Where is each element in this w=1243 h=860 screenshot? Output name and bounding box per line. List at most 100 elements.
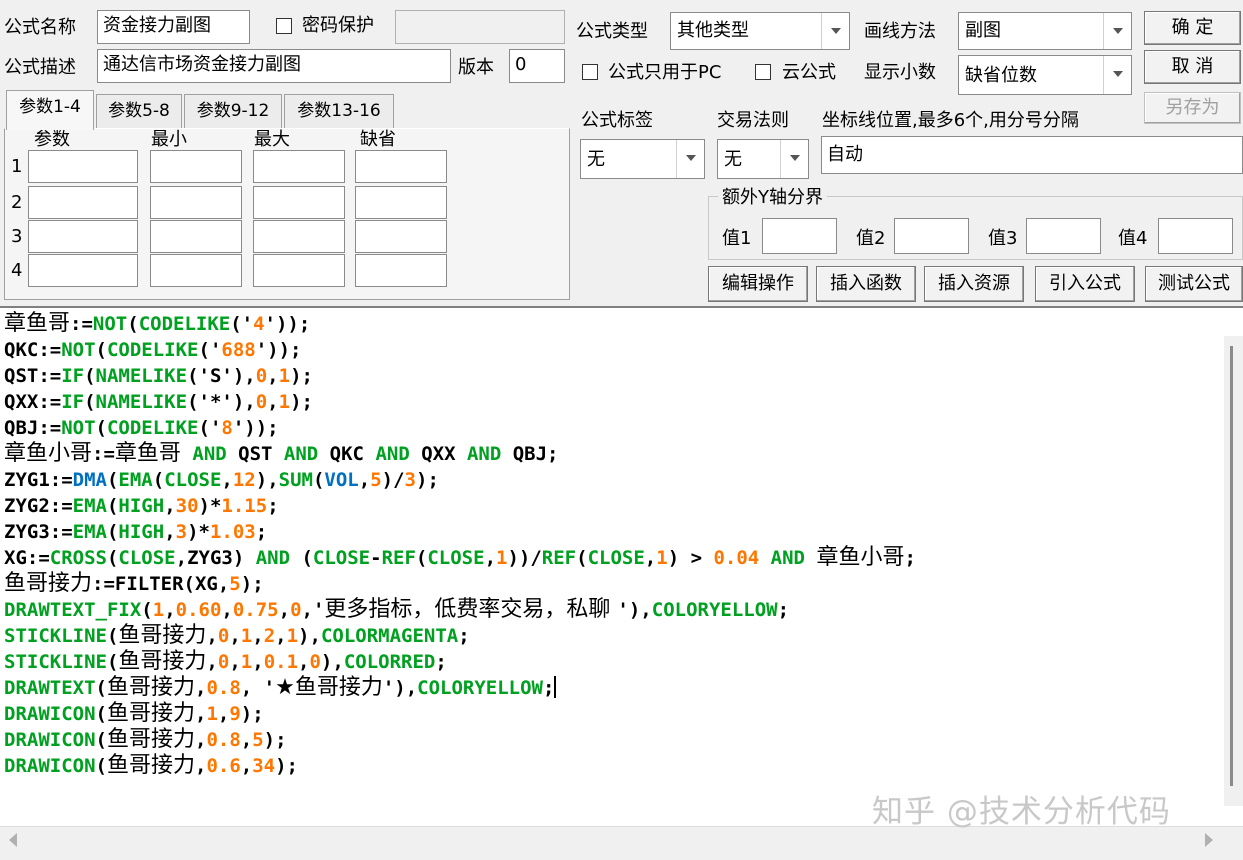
code-line: DRAWICON(鱼哥接力,0.6,34); <box>4 753 916 779</box>
password-checkbox[interactable] <box>276 18 292 34</box>
cloud-checkbox[interactable] <box>755 64 771 80</box>
tab-params-9-12[interactable]: 参数9-12 <box>184 94 282 128</box>
code-token: VOL <box>324 469 359 491</box>
vertical-scrollbar[interactable] <box>1224 336 1243 806</box>
param-3-name[interactable] <box>28 220 138 253</box>
param-row-number: 3 <box>11 226 23 247</box>
code-token: QST:= <box>4 365 62 387</box>
code-token: , <box>275 625 287 647</box>
yval-3-input[interactable] <box>1026 218 1101 254</box>
code-token: IF <box>61 391 85 413</box>
code-token: )/ <box>381 469 405 491</box>
param-4-max[interactable] <box>253 254 345 287</box>
param-4-default[interactable] <box>355 254 447 287</box>
code-token: 0.60 <box>175 599 222 621</box>
code-line: 章鱼哥:=NOT(CODELIKE('4')); <box>4 311 916 337</box>
code-token: 8 <box>221 417 233 439</box>
formula-name-input[interactable]: 资金接力副图 <box>97 10 250 44</box>
formula-type-select[interactable]: 其他类型 <box>670 12 850 50</box>
axis-input[interactable]: 自动 <box>821 136 1243 174</box>
code-token: , <box>206 625 218 647</box>
param-2-max[interactable] <box>253 186 345 219</box>
code-token: DRAWICON <box>4 729 96 751</box>
code-token: ( <box>141 599 153 621</box>
password-input <box>395 10 565 44</box>
param-header-max: 最大 <box>254 129 290 150</box>
insert-resource-button[interactable]: 插入资源 <box>924 266 1024 302</box>
yval-2-input[interactable] <box>894 218 969 254</box>
param-2-min[interactable] <box>150 186 242 219</box>
code-token: ( <box>95 703 107 725</box>
code-token: 0 <box>255 365 268 387</box>
param-2-name[interactable] <box>28 186 138 219</box>
tag-select[interactable]: 无 <box>580 139 705 179</box>
rule-select[interactable]: 无 <box>717 139 809 179</box>
ok-button[interactable]: 确 定 <box>1144 11 1241 45</box>
import-formula-button[interactable]: 引入公式 <box>1035 266 1135 302</box>
code-line: DRAWTEXT_FIX(1,0.60,0.75,0,'更多指标，低费率交易，私… <box>4 597 916 623</box>
code-token: 章鱼小哥 <box>4 441 93 466</box>
code-text: 章鱼哥:=NOT(CODELIKE('4')); QKC:= NOT ( CODELIK… <box>4 311 916 779</box>
param-1-max[interactable] <box>253 150 345 183</box>
code-token: HIGH <box>118 495 165 517</box>
param-2-default[interactable] <box>355 186 447 219</box>
tab-params-1-4[interactable]: 参数1-4 <box>6 90 94 130</box>
formula-desc-input[interactable]: 通达信市场资金接力副图 <box>97 49 451 83</box>
code-line: DRAWICON(鱼哥接力,0.8,5); <box>4 727 916 753</box>
code-token: 30 <box>175 495 199 517</box>
code-token: 1 <box>278 365 291 387</box>
save-as-button[interactable]: 另存为 <box>1144 92 1241 124</box>
code-token: , <box>221 469 233 491</box>
chevron-down-icon[interactable] <box>780 140 808 178</box>
param-3-min[interactable] <box>150 220 242 253</box>
draw-method-select[interactable]: 副图 <box>958 12 1132 50</box>
chevron-down-icon[interactable] <box>821 13 849 49</box>
param-3-max[interactable] <box>253 220 345 253</box>
code-token: 3 <box>175 521 188 543</box>
yval-4-input[interactable] <box>1158 218 1233 254</box>
code-token: REF <box>381 547 416 569</box>
test-formula-button[interactable]: 测试公式 <box>1145 266 1243 302</box>
param-header-min: 最小 <box>151 129 187 150</box>
scroll-thumb[interactable] <box>1230 346 1233 786</box>
version-input[interactable]: 0 <box>509 49 565 83</box>
code-token: 章鱼小哥 <box>816 545 905 570</box>
edit-ops-button[interactable]: 编辑操作 <box>708 266 808 302</box>
tab-params-5-8[interactable]: 参数5-8 <box>96 94 182 128</box>
code-token: ); <box>240 573 264 595</box>
code-token: NOT <box>92 313 128 335</box>
cancel-button[interactable]: 取 消 <box>1144 50 1241 84</box>
chevron-down-icon[interactable] <box>1103 56 1131 94</box>
code-token: CODELIKE <box>106 339 199 361</box>
code-token: , <box>194 755 207 777</box>
code-line: XG:=CROSS(CLOSE,ZYG3) AND (CLOSE-REF(CLO… <box>4 545 916 571</box>
code-token: , <box>164 495 176 517</box>
yval-1-input[interactable] <box>762 218 837 254</box>
decimal-select[interactable]: 缺省位数 <box>958 55 1132 95</box>
param-1-min[interactable] <box>150 150 242 183</box>
code-line: DRAWTEXT(鱼哥接力,0.8, '★鱼哥接力'),COLORYELLOW; <box>4 675 916 701</box>
code-token: ( <box>312 469 325 491</box>
pc-only-checkbox[interactable] <box>582 64 598 80</box>
chevron-down-icon[interactable] <box>1103 13 1131 49</box>
code-token: 9 <box>229 703 241 725</box>
param-4-name[interactable] <box>28 254 138 287</box>
rule-label: 交易法则 <box>717 110 789 131</box>
rule-value: 无 <box>724 149 742 170</box>
param-1-name[interactable] <box>28 150 138 183</box>
param-4-min[interactable] <box>150 254 242 287</box>
tab-params-13-16[interactable]: 参数13-16 <box>284 94 394 128</box>
param-1-default[interactable] <box>355 150 447 183</box>
scroll-right-icon[interactable] <box>1204 833 1214 847</box>
param-3-default[interactable] <box>355 220 447 253</box>
code-token: ); <box>263 729 287 751</box>
code-token: QKC:= <box>4 339 62 361</box>
code-token: IF <box>61 365 85 387</box>
code-editor[interactable]: 章鱼哥:=NOT(CODELIKE('4')); QKC:= NOT ( CODELIK… <box>0 306 1243 831</box>
insert-function-button[interactable]: 插入函数 <box>816 266 916 302</box>
scroll-left-icon[interactable] <box>8 833 18 847</box>
chevron-down-icon[interactable] <box>676 140 704 178</box>
code-token: :=FILTER(XG, <box>92 573 230 595</box>
code-token: ; <box>267 495 279 517</box>
code-token: ; <box>543 677 555 699</box>
